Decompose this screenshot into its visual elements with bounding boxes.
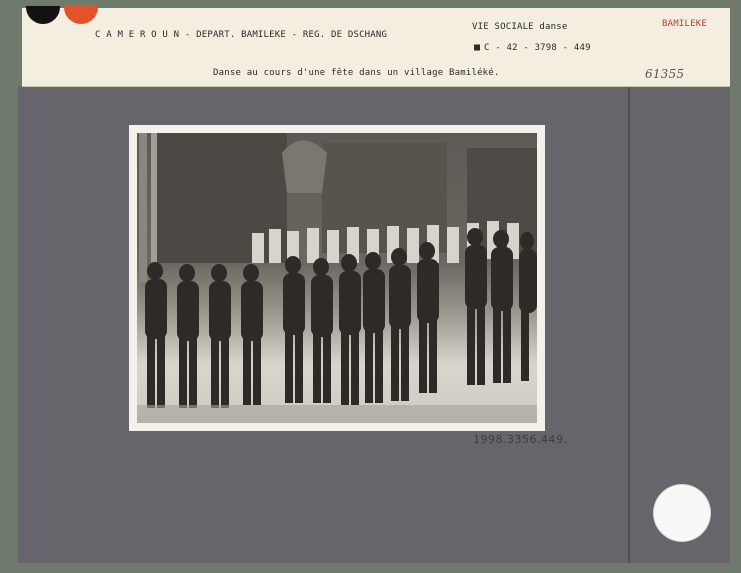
- handwritten-number: 61355: [645, 67, 685, 81]
- white-dot-sticker: [654, 485, 710, 541]
- hut-wall-left: [157, 133, 287, 263]
- ground-shadow: [137, 405, 537, 423]
- location-line: C A M E R O U N - DEPART. BAMILEKE - REG…: [95, 30, 388, 40]
- reference-mark-icon: ■: [474, 42, 481, 53]
- photo-scene: [137, 133, 537, 423]
- board-divider: [628, 86, 630, 563]
- thatch-roof: [282, 140, 327, 193]
- inventory-number: 1998.3356.449.: [473, 433, 568, 446]
- tree-trunk-2: [151, 133, 157, 283]
- region-stamp: BAMILEKE: [662, 19, 707, 29]
- tree-trunk: [139, 133, 147, 283]
- reference-code: C - 42 - 3798 - 449: [484, 43, 591, 53]
- category-text: VIE SOCIALE danse: [472, 22, 568, 32]
- photo-caption: Danse au cours d'une fête dans un villag…: [213, 68, 500, 78]
- dance-photograph: [137, 133, 537, 423]
